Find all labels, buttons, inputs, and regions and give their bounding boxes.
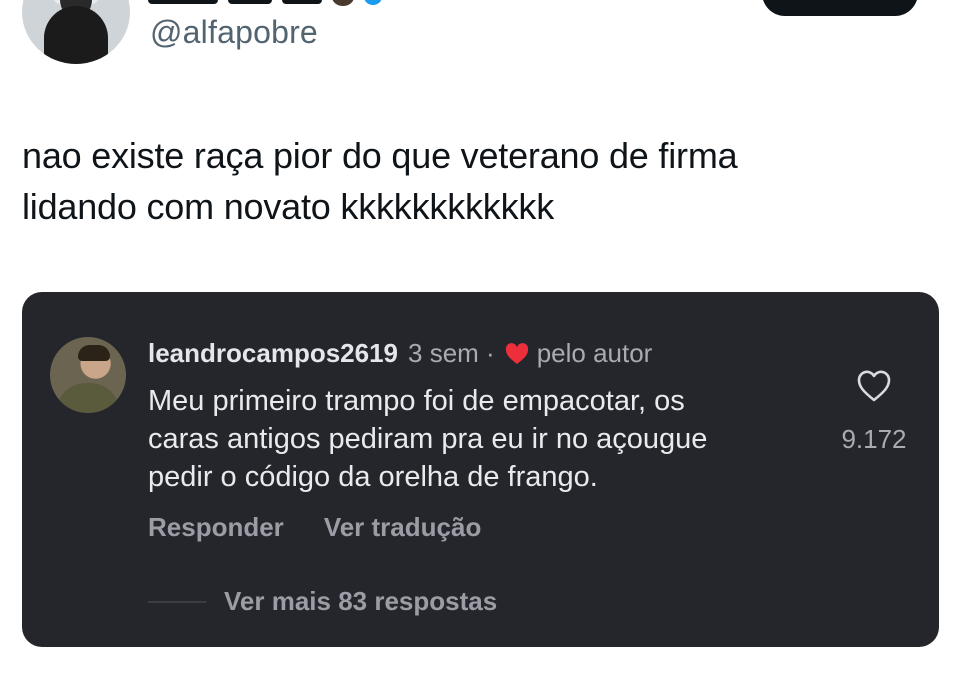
comment-card: leandrocampos2619 3 sem · pelo autor Meu… xyxy=(22,292,939,647)
replies-divider xyxy=(148,600,206,603)
commenter-username[interactable]: leandrocampos2619 xyxy=(148,338,398,369)
heart-filled-icon xyxy=(505,342,528,364)
author-avatar[interactable] xyxy=(22,0,130,64)
verified-badge-icon xyxy=(364,0,382,5)
comment-body: Meu primeiro trampo foi de empacotar, os… xyxy=(148,382,828,496)
follow-button[interactable] xyxy=(762,0,918,16)
reply-button[interactable]: Responder xyxy=(148,512,284,543)
comment-meta: leandrocampos2619 3 sem · pelo autor xyxy=(148,338,652,369)
comment-body-line: caras antigos pediram pra eu ir no açoug… xyxy=(148,423,708,455)
tweet-text-line: nao existe raça pior do que veterano de … xyxy=(22,135,738,176)
more-replies[interactable]: Ver mais 83 respostas xyxy=(148,586,497,617)
translate-button[interactable]: Ver tradução xyxy=(324,512,482,543)
comment-like-count: 9.172 xyxy=(841,424,907,454)
author-display-name-cropped xyxy=(148,0,382,8)
liked-by-author-label: pelo autor xyxy=(536,338,653,368)
comment-body-line: Meu primeiro trampo foi de empacotar, os xyxy=(148,385,685,417)
tweet-text-line: lidando com novato kkkkkkkkkkkk xyxy=(22,186,555,227)
more-replies-button[interactable]: Ver mais 83 respostas xyxy=(224,586,497,617)
comment-actions: Responder Ver tradução xyxy=(148,512,481,543)
author-handle: @alfapobre xyxy=(150,14,318,50)
screenshot-page: @alfapobre nao existe raça pior do que v… xyxy=(0,0,960,692)
tweet-text: nao existe raça pior do que veterano de … xyxy=(22,130,922,232)
commenter-avatar[interactable] xyxy=(50,337,126,413)
comment-time: 3 sem · xyxy=(408,338,495,368)
comment-body-line: pedir o código da orelha de frango. xyxy=(148,461,598,493)
heart-outline-icon[interactable] xyxy=(856,369,892,403)
emoji-icon xyxy=(332,0,354,6)
